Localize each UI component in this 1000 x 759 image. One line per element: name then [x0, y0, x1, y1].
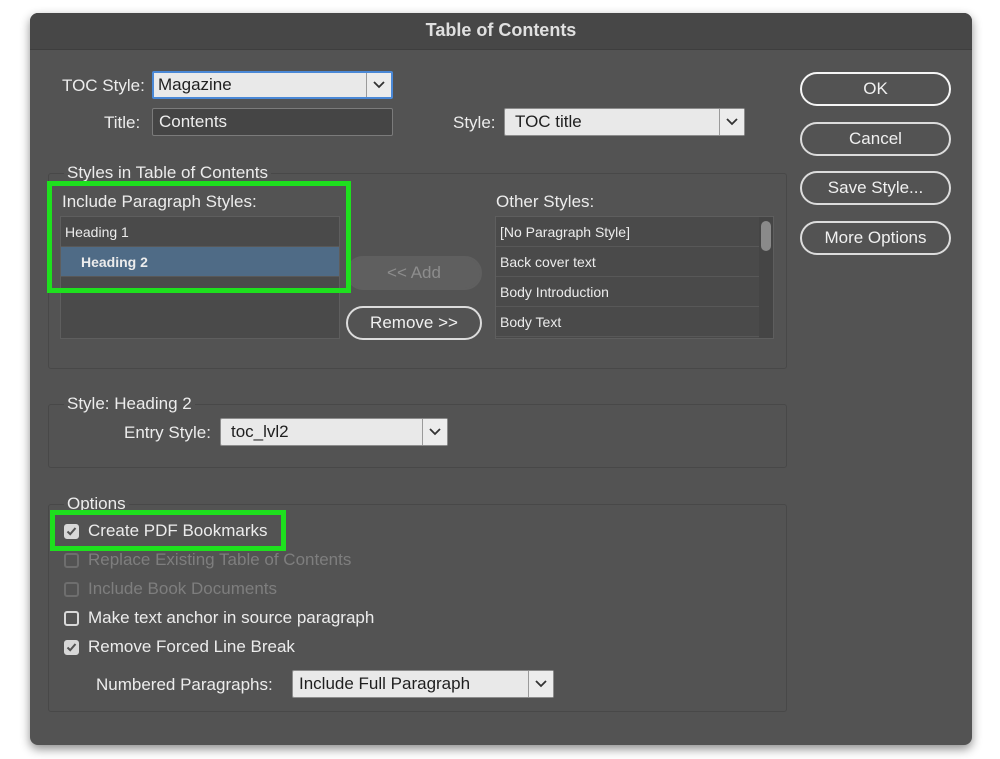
- title-label: Title:: [104, 113, 141, 132]
- add-button[interactable]: << Add: [346, 256, 482, 290]
- replace-existing-toc-checkbox[interactable]: [64, 553, 79, 568]
- title-style-label: Style:: [453, 113, 496, 132]
- other-styles-label: Other Styles:: [496, 192, 595, 211]
- chevron-down-icon: [422, 419, 447, 445]
- list-item-back-cover-text[interactable]: Back cover text: [496, 247, 761, 277]
- entry-style-label: Entry Style:: [124, 423, 211, 442]
- numbered-paragraphs-value: Include Full Paragraph: [299, 674, 471, 693]
- text-anchor-checkbox[interactable]: [64, 611, 79, 626]
- dialog-title: Table of Contents: [30, 13, 972, 50]
- checkmark-icon: [66, 527, 77, 536]
- replace-existing-toc-label: Replace Existing Table of Contents: [88, 550, 352, 569]
- title-style-dropdown[interactable]: TOC title: [504, 108, 745, 136]
- save-style-button[interactable]: Save Style...: [800, 171, 951, 205]
- include-styles-label: Include Paragraph Styles:: [62, 192, 257, 211]
- include-book-documents-label: Include Book Documents: [88, 579, 277, 598]
- toc-style-dropdown[interactable]: Magazine: [152, 71, 393, 99]
- entry-style-dropdown[interactable]: toc_lvl2: [220, 418, 448, 446]
- scrollbar-thumb[interactable]: [761, 221, 771, 251]
- title-style-value: TOC title: [515, 112, 582, 131]
- title-input[interactable]: Contents: [152, 108, 393, 136]
- entry-group-label: Style: Heading 2: [64, 394, 195, 414]
- chevron-down-icon: [719, 109, 744, 135]
- numbered-paragraphs-dropdown[interactable]: Include Full Paragraph: [292, 670, 554, 698]
- toc-style-value: Magazine: [158, 75, 232, 94]
- create-pdf-bookmarks-checkbox[interactable]: [64, 524, 79, 539]
- create-pdf-bookmarks-label: Create PDF Bookmarks: [88, 521, 268, 540]
- include-styles-list[interactable]: Heading 1 Heading 2: [60, 216, 340, 339]
- more-options-button[interactable]: More Options: [800, 221, 951, 255]
- cancel-button[interactable]: Cancel: [800, 122, 951, 156]
- toc-dialog: Table of Contents TOC Style: Magazine Ti…: [30, 13, 972, 745]
- chevron-down-icon: [366, 73, 391, 97]
- toc-style-label: TOC Style:: [62, 76, 145, 95]
- text-anchor-label: Make text anchor in source paragraph: [88, 608, 375, 627]
- remove-forced-line-break-label: Remove Forced Line Break: [88, 637, 295, 656]
- checkmark-icon: [66, 643, 77, 652]
- list-item-body-introduction[interactable]: Body Introduction: [496, 277, 761, 307]
- options-group-label: Options: [64, 494, 129, 514]
- list-item-heading-2[interactable]: Heading 2: [61, 247, 339, 277]
- other-styles-list[interactable]: [No Paragraph Style] Back cover text Bod…: [495, 216, 774, 339]
- numbered-paragraphs-label: Numbered Paragraphs:: [96, 675, 273, 694]
- list-item-heading-1[interactable]: Heading 1: [61, 217, 339, 247]
- ok-button[interactable]: OK: [800, 72, 951, 106]
- include-book-documents-checkbox[interactable]: [64, 582, 79, 597]
- entry-style-value: toc_lvl2: [231, 422, 289, 441]
- styles-group-label: Styles in Table of Contents: [64, 163, 271, 183]
- chevron-down-icon: [528, 671, 553, 697]
- list-item-no-paragraph-style[interactable]: [No Paragraph Style]: [496, 217, 761, 247]
- other-styles-scrollbar[interactable]: [759, 217, 773, 338]
- list-item-body-text[interactable]: Body Text: [496, 307, 761, 337]
- remove-button[interactable]: Remove >>: [346, 306, 482, 340]
- remove-forced-line-break-checkbox[interactable]: [64, 640, 79, 655]
